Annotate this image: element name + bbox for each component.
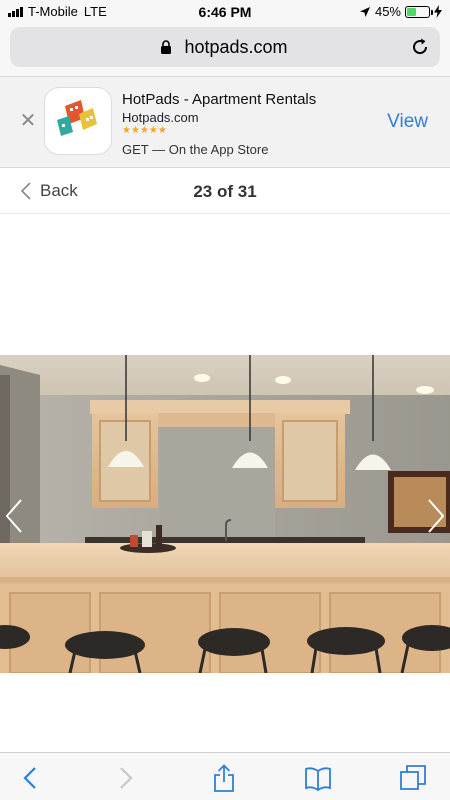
battery-percent: 45%	[374, 4, 401, 19]
battery-icon	[405, 5, 433, 18]
arrow-right-icon[interactable]	[426, 498, 446, 534]
kitchen-bar-photo	[0, 355, 450, 673]
hotpads-logo	[57, 100, 97, 136]
close-icon[interactable]: ✕	[18, 111, 38, 131]
share-icon[interactable]	[209, 763, 239, 793]
address-bar[interactable]: hotpads.com	[10, 27, 440, 67]
browser-back-icon[interactable]	[16, 763, 46, 793]
location-arrow-icon	[359, 6, 370, 17]
app-icon	[44, 87, 112, 155]
battery-fill	[407, 7, 417, 16]
charging-bolt-icon	[434, 5, 442, 18]
status-bar: T-Mobile LTE 6:46 PM 45%	[0, 0, 450, 24]
app-store-text: GET — On the App Store	[122, 142, 269, 157]
app-name: HotPads - Apartment Rentals	[122, 91, 317, 108]
smart-app-banner: ✕ HotPads - Apartment Rentals Hotpads.co…	[0, 76, 450, 168]
browser-address-area: hotpads.com	[0, 24, 450, 76]
tabs-icon[interactable]	[398, 763, 428, 793]
app-domain: Hotpads.com	[122, 110, 199, 125]
listing-photo[interactable]	[0, 355, 450, 673]
url-text[interactable]: hotpads.com	[10, 27, 440, 67]
arrow-left-icon[interactable]	[4, 498, 24, 534]
photo-counter: 23 of 31	[193, 182, 257, 201]
gallery-header: Back 23 of 31	[0, 168, 450, 214]
browser-forward-icon[interactable]	[110, 763, 140, 793]
browser-toolbar	[0, 752, 450, 800]
bookmarks-icon[interactable]	[303, 763, 333, 793]
view-button[interactable]: View	[387, 111, 428, 133]
rating-stars: ★★★★★	[122, 125, 167, 136]
reload-icon[interactable]	[410, 37, 430, 57]
status-right: 45%	[359, 4, 442, 19]
